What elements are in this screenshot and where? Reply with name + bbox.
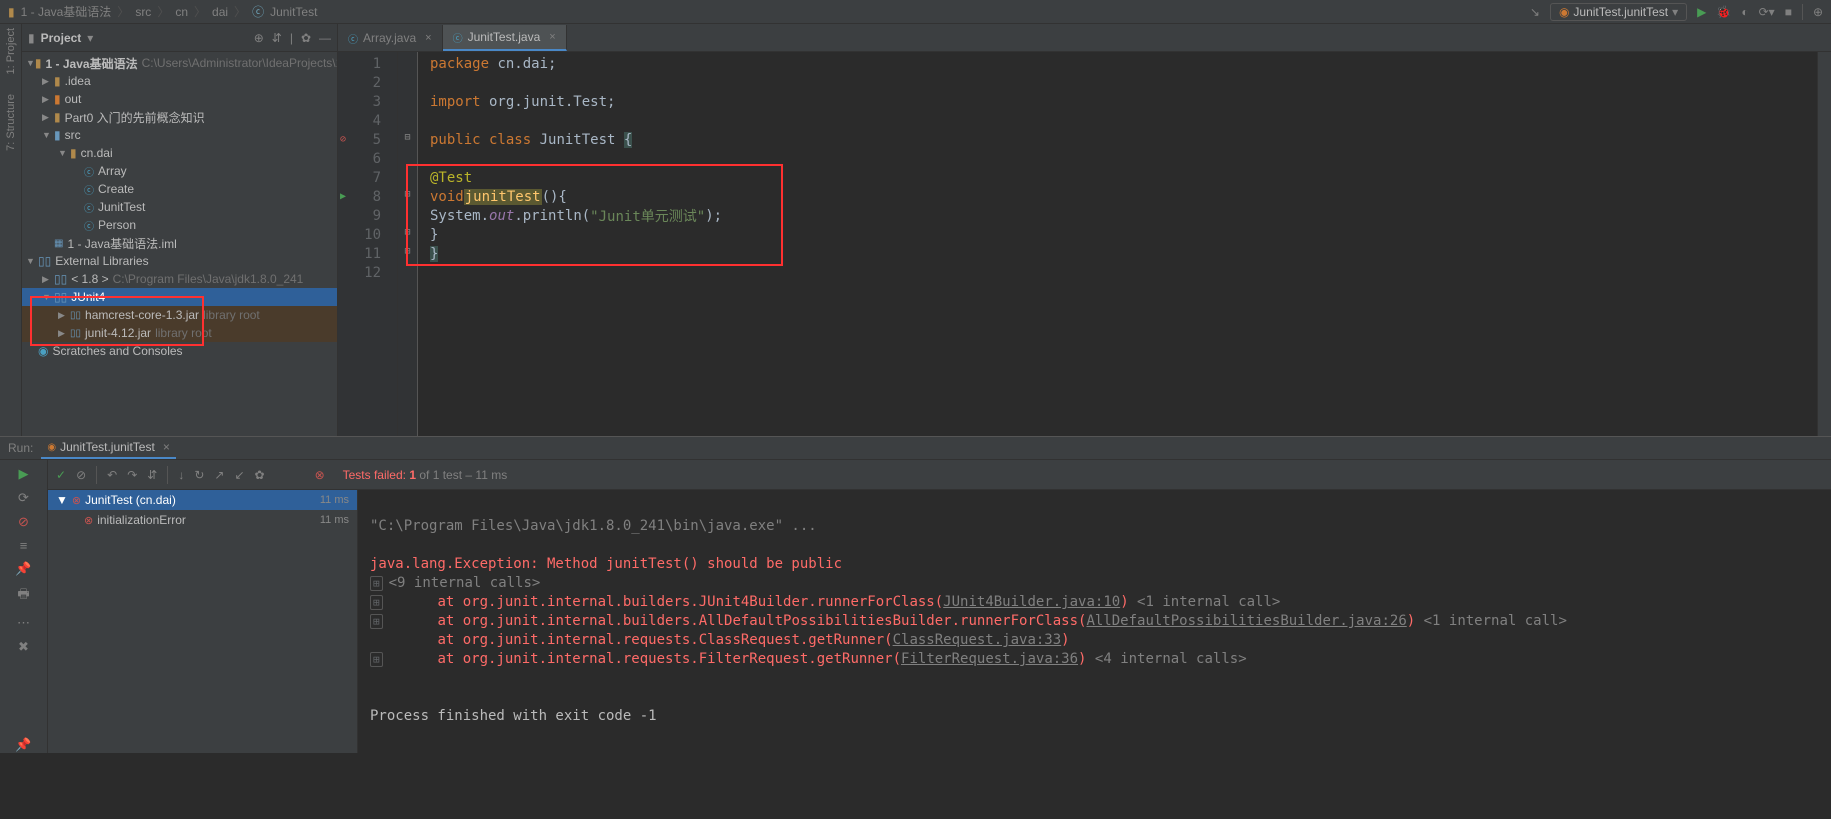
breadcrumb-class[interactable]: JunitTest: [270, 5, 317, 19]
stack-link[interactable]: AllDefaultPossibilitiesBuilder.java:26: [1086, 613, 1406, 629]
pin2-button[interactable]: 📌: [15, 737, 31, 753]
collapse-all-icon[interactable]: ↙: [234, 468, 244, 482]
stop-run-button[interactable]: ⊘: [18, 514, 29, 530]
line-gutter: 1 2 3 4 ⊘5 6 7 ▶8 9 10 11 12: [338, 52, 398, 436]
debug-button[interactable]: 🐞: [1716, 5, 1731, 19]
stack-link[interactable]: ClassRequest.java:33: [893, 632, 1062, 648]
tree-iml[interactable]: ▦1 - Java基础语法.iml: [22, 234, 337, 252]
top-bar: ▮ 1 - Java基础语法 〉 src 〉 cn 〉 dai 〉 ⓒ Juni…: [0, 0, 1831, 24]
test-tree-root[interactable]: ▼⊗JunitTest (cn.dai) 11 ms: [48, 490, 357, 510]
breadcrumb-project[interactable]: 1 - Java基础语法: [21, 3, 112, 20]
tab-junittest[interactable]: ⓒJunitTest.java×: [443, 25, 567, 51]
settings-run-icon[interactable]: ✿: [255, 468, 265, 482]
tree-junit4[interactable]: ▼▯▯JUnit4: [22, 288, 337, 306]
run-left-toolbar: ▶ ⟳ ⊘ ≡ 📌 🖶 ⋯ ✖ 📌: [0, 460, 48, 753]
run-button[interactable]: ▶: [1697, 5, 1706, 19]
run-gutter-icon[interactable]: ▶: [340, 191, 346, 202]
fold-icon[interactable]: ⊞: [370, 652, 383, 667]
run-config-selector[interactable]: ◉ JunitTest.junitTest ▾: [1550, 3, 1687, 21]
rerun-button[interactable]: ▶: [19, 466, 29, 482]
export-icon[interactable]: ↓: [178, 468, 184, 482]
fold-icon[interactable]: ⊞: [370, 595, 383, 610]
stack-link[interactable]: JUnit4Builder.java:10: [943, 594, 1120, 610]
tab-array[interactable]: ⓒArray.java×: [338, 25, 443, 51]
fold-icon[interactable]: ⊞: [370, 614, 383, 629]
project-tree[interactable]: ▼▮ 1 - Java基础语法 C:\Users\Administrator\I…: [22, 52, 337, 436]
dump-button[interactable]: 🖶: [17, 585, 29, 607]
toggle-auto-button[interactable]: ⟳: [18, 490, 29, 506]
close-icon[interactable]: ×: [425, 32, 431, 44]
close-icon[interactable]: ×: [549, 31, 555, 43]
tree-src[interactable]: ▼▮src: [22, 126, 337, 144]
expand-all-icon[interactable]: ↗: [214, 468, 224, 482]
project-tool-window: ▮ Project ▾ ⊕ ⇵ | ✿ — ▼▮ 1 - Java基础语法 C:…: [22, 24, 338, 436]
editor-area: ⓒArray.java× ⓒJunitTest.java× 1 2 3 4 ⊘5…: [338, 24, 1831, 436]
test-result-tree[interactable]: ▼⊗JunitTest (cn.dai) 11 ms ⊗initializati…: [48, 490, 358, 753]
code-editor[interactable]: 1 2 3 4 ⊘5 6 7 ▶8 9 10 11 12 ⊟ ⊟ ⊟ ⊟: [338, 52, 1831, 436]
tree-hamcrest[interactable]: ▶▯▯ hamcrest-core-1.3.jar library root: [22, 306, 337, 324]
expand-icon[interactable]: ⇵: [272, 31, 282, 45]
run-label: Run:: [8, 441, 33, 455]
fold-icon[interactable]: ⊞: [370, 576, 383, 591]
next-fail-icon[interactable]: ↷: [127, 468, 137, 482]
tree-scratch[interactable]: ◉Scratches and Consoles: [22, 342, 337, 360]
breadcrumb-src[interactable]: src: [135, 5, 151, 19]
project-panel-title: Project: [41, 31, 82, 45]
import-icon[interactable]: ↻: [194, 468, 204, 482]
tree-jdk[interactable]: ▶▯▯ < 1.8 > C:\Program Files\Java\jdk1.8…: [22, 270, 337, 288]
breadcrumb: ▮ 1 - Java基础语法 〉 src 〉 cn 〉 dai 〉 ⓒ Juni…: [8, 3, 317, 20]
test-status: Tests failed: 1 of 1 test – 11 ms: [343, 468, 508, 482]
tree-part0[interactable]: ▶▮Part0 入门的先前概念知识: [22, 108, 337, 126]
left-tool-strip: 1: Project 7: Structure: [0, 24, 22, 436]
fail-badge-icon: ⊗: [315, 468, 325, 482]
show-passed-icon[interactable]: ✓: [56, 468, 66, 482]
close-run-button[interactable]: ✖: [18, 639, 29, 655]
tree-out[interactable]: ▶▮out: [22, 90, 337, 108]
settings-icon[interactable]: ✿: [301, 31, 311, 45]
editor-tabs: ⓒArray.java× ⓒJunitTest.java×: [338, 24, 1831, 52]
test-tree-child[interactable]: ⊗initializationError 11 ms: [48, 510, 357, 530]
breadcrumb-cn[interactable]: cn: [175, 5, 188, 19]
tree-person[interactable]: ⓒPerson: [22, 216, 337, 234]
tree-root[interactable]: ▼▮ 1 - Java基础语法 C:\Users\Administrator\I…: [22, 54, 337, 72]
structure-tool-tab[interactable]: 7: Structure: [5, 94, 17, 151]
prev-fail-icon[interactable]: ↶: [107, 468, 117, 482]
sort-icon[interactable]: ⇵: [147, 468, 157, 482]
pin-button[interactable]: 📌: [15, 561, 31, 577]
search-icon[interactable]: ⊕: [1813, 5, 1823, 19]
stack-link[interactable]: FilterRequest.java:36: [901, 651, 1078, 667]
profile-button[interactable]: ⟳▾: [1759, 5, 1775, 19]
build-icon[interactable]: ↘: [1530, 5, 1540, 19]
tree-junit[interactable]: ⓒJunitTest: [22, 198, 337, 216]
tree-cndai[interactable]: ▼▮cn.dai: [22, 144, 337, 162]
hide-icon[interactable]: —: [319, 31, 331, 45]
error-gutter-icon[interactable]: ⊘: [340, 134, 346, 145]
tree-extlib[interactable]: ▼▯▯External Libraries: [22, 252, 337, 270]
layout-button[interactable]: ≡: [20, 538, 28, 553]
editor-scrollbar[interactable]: [1817, 52, 1831, 436]
run-tool-window: Run: ◉ JunitTest.junitTest × ▶ ⟳ ⊘ ≡ 📌 🖶…: [0, 436, 1831, 736]
show-ignored-icon[interactable]: ⊘: [76, 468, 86, 482]
run-config-label: JunitTest.junitTest: [1573, 5, 1668, 19]
project-tool-tab[interactable]: 1: Project: [5, 28, 17, 74]
run-tab[interactable]: ◉ JunitTest.junitTest ×: [41, 437, 175, 459]
tree-create[interactable]: ⓒCreate: [22, 180, 337, 198]
more-button[interactable]: ⋯: [17, 615, 30, 631]
stop-button[interactable]: ■: [1785, 5, 1792, 19]
tree-array[interactable]: ⓒArray: [22, 162, 337, 180]
locate-icon[interactable]: ⊕: [254, 31, 264, 45]
coverage-button[interactable]: ◐: [1741, 5, 1748, 19]
console-output[interactable]: "C:\Program Files\Java\jdk1.8.0_241\bin\…: [358, 490, 1831, 753]
tree-idea[interactable]: ▶▮.idea: [22, 72, 337, 90]
fold-gutter: ⊟ ⊟ ⊟ ⊟: [398, 52, 418, 436]
breadcrumb-dai[interactable]: dai: [212, 5, 228, 19]
tree-junitjar[interactable]: ▶▯▯ junit-4.12.jar library root: [22, 324, 337, 342]
